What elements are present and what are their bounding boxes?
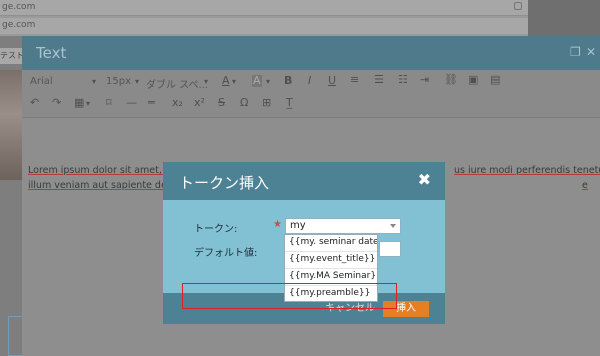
font-size-select[interactable]: 15px: [106, 76, 131, 87]
close-icon[interactable]: ✕: [586, 46, 596, 58]
strikethrough-icon[interactable]: S: [218, 97, 225, 109]
required-icon: ★: [273, 219, 282, 230]
chevron-down-icon: [390, 224, 396, 228]
italic-icon[interactable]: I: [308, 75, 311, 87]
clear-formatting-icon[interactable]: T̲: [286, 97, 293, 109]
background-url-text-2: ge.com: [2, 20, 36, 30]
editor-toolbar: Arial ▾ 15px ▾ ダブル スペ... ▾ A ▾ A ▾ B I U…: [22, 70, 600, 118]
chevron-down-icon: ▾: [86, 99, 91, 108]
chevron-down-icon: ▾: [266, 77, 271, 86]
body-text-line-1-right: us iure modi perferendis tenetur ea: [454, 165, 600, 176]
background-url-text: ge.com: [2, 2, 36, 12]
default-value-input[interactable]: [379, 241, 401, 257]
redo-icon[interactable]: ↷: [52, 97, 61, 109]
bookmark-icon[interactable]: ⌑: [106, 97, 112, 109]
body-text-line-1: Lorem ipsum dolor sit amet, con: [28, 165, 182, 176]
close-icon[interactable]: ✖: [418, 171, 431, 189]
background-right-panel: [528, 0, 600, 36]
chevron-down-icon: ▾: [232, 77, 237, 86]
image-icon[interactable]: ▣: [468, 74, 478, 86]
dialog-header: トークン挿入 ✖: [163, 162, 445, 200]
body-text-line-2-right: e: [582, 180, 588, 191]
token-select[interactable]: my: [285, 218, 401, 234]
chevron-down-icon: ▾: [135, 77, 140, 86]
background-frame: [8, 316, 22, 356]
template-icon[interactable]: ▤: [490, 74, 500, 86]
dropdown-option[interactable]: {{my. seminar date}}: [285, 235, 377, 252]
dropdown-option[interactable]: {{my.event_title}}: [285, 252, 377, 269]
chevron-down-icon: ▾: [92, 77, 97, 86]
strikethrough-line-icon[interactable]: ═: [148, 97, 155, 109]
highlight-box: [182, 283, 397, 309]
background-left-label: テスト: [0, 48, 22, 64]
underline-icon[interactable]: U: [328, 75, 336, 87]
link-icon[interactable]: ⛓: [444, 74, 458, 86]
editor-title: Text: [36, 44, 67, 62]
align-icon[interactable]: ≡: [350, 74, 359, 86]
editor-title-bar: Text ❐ ✕: [22, 36, 600, 70]
background-url-field-2: ge.com: [0, 18, 528, 34]
undo-icon[interactable]: ↶: [30, 97, 39, 109]
token-select-value: my: [290, 220, 306, 231]
background-url-field: ge.com: [0, 0, 528, 16]
special-character-icon[interactable]: Ω: [240, 97, 248, 109]
font-select[interactable]: Arial: [30, 76, 53, 87]
bold-icon[interactable]: B: [284, 75, 292, 87]
text-color-icon[interactable]: A: [222, 75, 230, 87]
background-photo: [0, 70, 22, 180]
horizontal-rule-icon[interactable]: —: [126, 97, 137, 109]
chevron-down-icon: ▾: [204, 77, 209, 86]
highlight-color-icon[interactable]: A: [252, 75, 262, 87]
dialog-title: トークン挿入: [179, 174, 270, 192]
code-icon[interactable]: ⊞: [262, 97, 271, 109]
token-label: トークン:: [194, 224, 238, 235]
link-icon: [514, 2, 522, 10]
superscript-icon[interactable]: x²: [194, 97, 205, 109]
table-icon[interactable]: ▦: [74, 97, 84, 109]
subscript-icon[interactable]: x₂: [172, 97, 183, 109]
style-select[interactable]: ダブル スペ...: [146, 76, 208, 91]
numbered-list-icon[interactable]: ☷: [398, 74, 408, 86]
bullet-list-icon[interactable]: ☰: [374, 74, 384, 86]
default-value-label: デフォルト値:: [194, 248, 258, 259]
indent-icon[interactable]: ⇥: [420, 74, 429, 86]
maximize-icon[interactable]: ❐: [570, 46, 581, 58]
